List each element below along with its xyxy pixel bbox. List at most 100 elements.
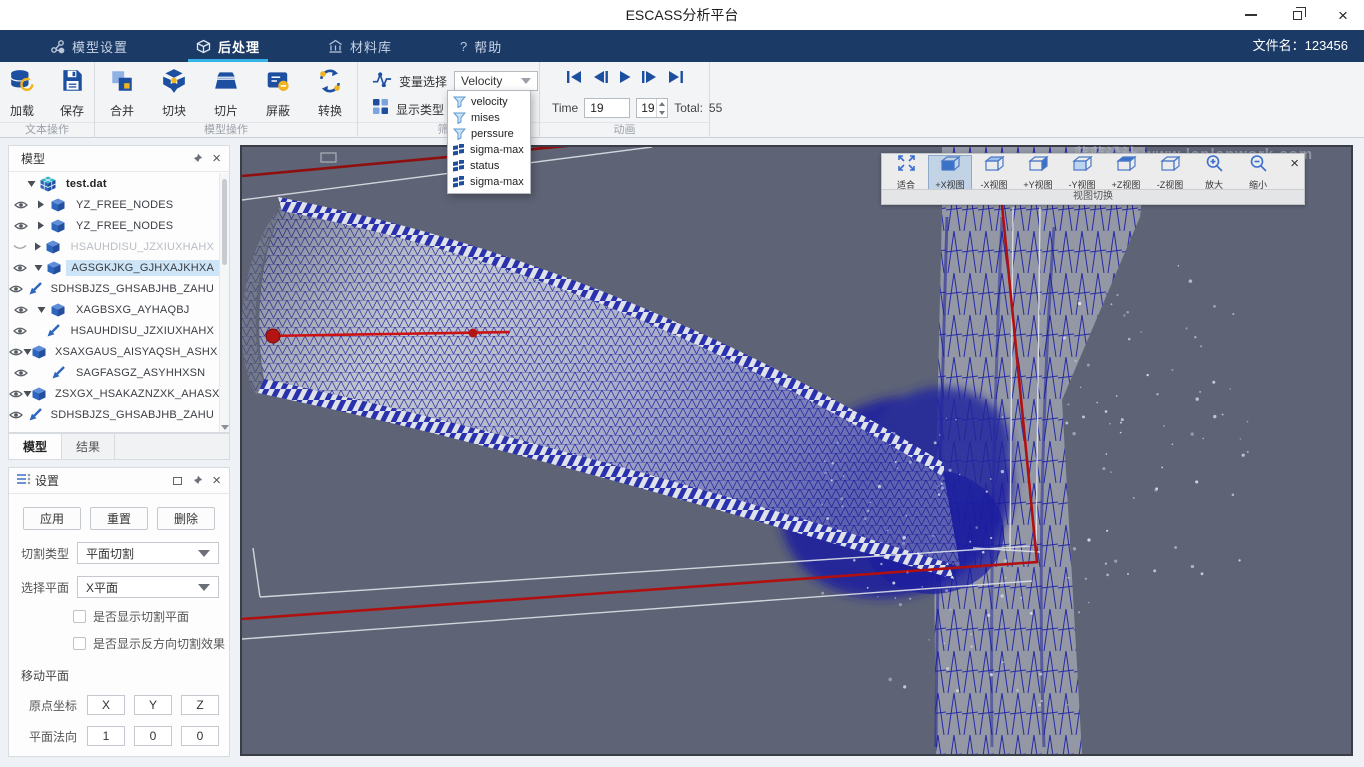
dropdown-option[interactable]: status xyxy=(448,158,530,174)
step-back-button[interactable] xyxy=(592,70,609,89)
scrollbar-down-icon[interactable] xyxy=(221,425,229,430)
checkbox-row[interactable]: 是否显示反方向切割效果 xyxy=(73,635,229,652)
viewport-3d[interactable]: 蓝蓝设计 www.lanlanwork.com 适合+X视图-X视图+Y视图-Y… xyxy=(240,145,1353,756)
tree-row[interactable]: YZ_FREE_NODES xyxy=(9,194,219,215)
eye-visible-icon[interactable] xyxy=(9,389,23,399)
time-input[interactable]: 19 xyxy=(584,98,630,118)
tree-row[interactable]: SAGFASGZ_ASYHHXSN xyxy=(9,362,219,383)
eye-visible-icon[interactable] xyxy=(9,284,23,294)
normal-value-input[interactable]: 0 xyxy=(181,726,219,746)
merge-button[interactable]: 合并 xyxy=(99,64,145,122)
spinner-up-button[interactable] xyxy=(657,99,667,108)
tab-model[interactable]: 模型 xyxy=(9,434,62,459)
tree-row[interactable]: HSAUHDISU_JZXIUXHAHX xyxy=(9,236,219,257)
dropdown-option[interactable]: mises xyxy=(448,110,530,126)
skip-end-button[interactable] xyxy=(667,70,684,89)
delete-button[interactable]: 删除 xyxy=(157,507,215,530)
caret-expanded-icon[interactable] xyxy=(23,180,39,188)
caret-collapsed-icon[interactable] xyxy=(33,221,49,230)
tree-item-label[interactable]: test.dat xyxy=(61,176,112,192)
eye-visible-icon[interactable] xyxy=(9,200,33,210)
minimize-button[interactable] xyxy=(1240,4,1262,26)
tab-post-process[interactable]: 后处理 xyxy=(190,30,266,62)
checkbox[interactable] xyxy=(73,637,86,650)
play-button[interactable] xyxy=(618,70,632,89)
normal-value-input[interactable]: 0 xyxy=(134,726,172,746)
tree-scrollbar[interactable] xyxy=(219,173,229,432)
dropdown-option[interactable]: perssure xyxy=(448,126,530,142)
view-minus-z-button[interactable]: -Z视图 xyxy=(1148,155,1192,190)
view-minus-x-button[interactable]: -X视图 xyxy=(972,155,1016,190)
tree-row[interactable]: HSAUHDISU_JZXIUXHAHX xyxy=(9,320,219,341)
step-forward-button[interactable] xyxy=(641,70,658,89)
reset-button[interactable]: 重置 xyxy=(90,507,148,530)
tree-item-label[interactable]: AGSGKJKG_GJHXAJKHXA xyxy=(66,260,219,276)
tree-item-label[interactable]: HSAUHDISU_JZXIUXHAHX xyxy=(66,239,219,255)
eye-visible-icon[interactable] xyxy=(9,326,31,336)
dropdown-option[interactable]: velocity xyxy=(448,94,530,110)
skip-start-button[interactable] xyxy=(566,70,583,89)
caret-collapsed-icon[interactable] xyxy=(31,242,46,251)
variable-select-dropdown[interactable]: Velocity xyxy=(454,71,538,91)
view-plus-y-button[interactable]: +Y视图 xyxy=(1016,155,1060,190)
eye-visible-icon[interactable] xyxy=(9,368,33,378)
tree-item-label[interactable]: SDHSBJZS_GHSABJHB_ZAHU xyxy=(46,281,219,297)
tab-help[interactable]: ?帮助 xyxy=(454,30,508,62)
checkbox-row[interactable]: 是否显示切割平面 xyxy=(73,608,229,625)
tree-item-label[interactable]: SAGFASGZ_ASYHHXSN xyxy=(71,365,210,381)
eye-visible-icon[interactable] xyxy=(9,410,23,420)
zoom-out-button[interactable]: 缩小 xyxy=(1236,155,1280,190)
mask-button[interactable]: 屏蔽 xyxy=(255,64,301,122)
tree-row[interactable]: test.dat xyxy=(9,173,219,194)
restore-panel-icon[interactable] xyxy=(173,477,182,485)
caret-expanded-icon[interactable] xyxy=(23,390,32,398)
eye-visible-icon[interactable] xyxy=(9,305,33,315)
tree-row[interactable]: YZ_FREE_NODES xyxy=(9,215,219,236)
scrollbar-thumb[interactable] xyxy=(222,179,227,265)
tree-item-label[interactable]: XSAXGAUS_AISYAQSH_ASHX xyxy=(50,344,219,360)
tree-item-label[interactable]: ZSXGX_HSAKAZNZXK_AHASX xyxy=(50,386,219,402)
save-button[interactable]: 保存 xyxy=(50,64,94,122)
close-button[interactable]: × xyxy=(1332,4,1354,26)
load-button[interactable]: 加载 xyxy=(0,64,44,122)
eye-visible-icon[interactable] xyxy=(9,263,31,273)
origin-value-input[interactable]: X xyxy=(87,695,125,715)
tree-item-label[interactable]: XAGBSXG_AYHAQBJ xyxy=(71,302,194,318)
tree-item-label[interactable]: SDHSBJZS_GHSABJHB_ZAHU xyxy=(46,407,219,423)
eye-visible-icon[interactable] xyxy=(9,347,23,357)
zoom-in-button[interactable]: 放大 xyxy=(1192,155,1236,190)
spinner-down-button[interactable] xyxy=(657,108,667,117)
close-icon[interactable]: × xyxy=(212,473,221,488)
tree-row[interactable]: XSAXGAUS_AISYAQSH_ASHX xyxy=(9,341,219,362)
slice-button[interactable]: 切片 xyxy=(203,64,249,122)
tree-item-label[interactable]: YZ_FREE_NODES xyxy=(71,197,178,213)
tree-row[interactable]: ZSXGX_HSAKAZNZXK_AHASX xyxy=(9,383,219,404)
plane-select[interactable]: X平面 xyxy=(77,576,219,598)
checkbox[interactable] xyxy=(73,610,86,623)
dropdown-option[interactable]: sigma-max xyxy=(448,142,530,158)
restore-button[interactable] xyxy=(1286,4,1308,26)
cut-block-button[interactable]: 切块 xyxy=(151,64,197,122)
tab-model-settings[interactable]: 模型设置 xyxy=(44,30,134,62)
close-icon[interactable]: × xyxy=(212,151,221,166)
view-minus-y-button[interactable]: -Y视图 xyxy=(1060,155,1104,190)
tree-row[interactable]: XAGBSXG_AYHAQBJ xyxy=(9,299,219,320)
tab-result[interactable]: 结果 xyxy=(62,434,115,459)
eye-hidden-icon[interactable] xyxy=(9,242,31,252)
fit-button[interactable]: 适合 xyxy=(884,155,928,190)
origin-value-input[interactable]: Z xyxy=(181,695,219,715)
cut-type-select[interactable]: 平面切割 xyxy=(77,542,219,564)
pin-icon[interactable] xyxy=(191,153,203,165)
view-plus-x-button[interactable]: +X视图 xyxy=(928,155,972,190)
tree-row[interactable]: AGSGKJKG_GJHXAJKHXA xyxy=(9,257,219,278)
caret-expanded-icon[interactable] xyxy=(31,264,46,272)
dropdown-option[interactable]: sigma-max xyxy=(448,174,530,190)
pin-icon[interactable] xyxy=(191,475,203,487)
tree-row[interactable]: SDHSBJZS_GHSABJHB_ZAHU xyxy=(9,278,219,299)
origin-value-input[interactable]: Y xyxy=(134,695,172,715)
convert-button[interactable]: 转换 xyxy=(307,64,353,122)
caret-collapsed-icon[interactable] xyxy=(33,200,49,209)
frame-spinner[interactable]: 19 xyxy=(636,98,668,118)
view-plus-z-button[interactable]: +Z视图 xyxy=(1104,155,1148,190)
close-icon[interactable]: × xyxy=(1290,155,1299,173)
